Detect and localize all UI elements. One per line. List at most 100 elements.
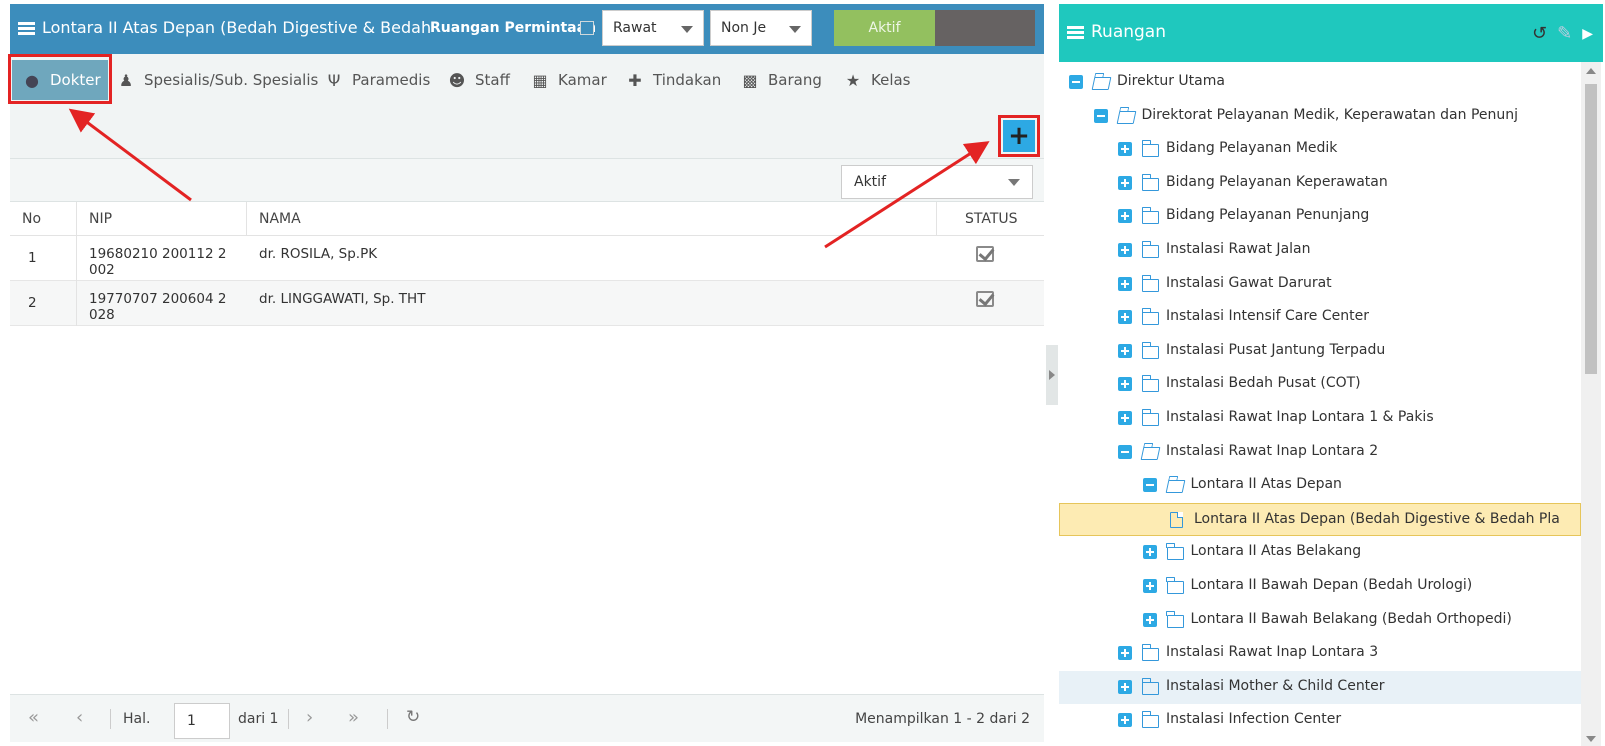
tree-node[interactable]: Instalasi Mother & Child Center <box>1059 670 1581 704</box>
collapse-icon[interactable] <box>1093 108 1108 123</box>
expand-icon[interactable] <box>1118 377 1132 392</box>
expand-icon[interactable] <box>1118 175 1132 190</box>
tab-barang[interactable]: ▩ Barang <box>740 60 821 100</box>
folder-icon <box>1166 610 1184 628</box>
cell-no: 2 <box>10 281 77 326</box>
star-icon: ★ <box>845 70 861 90</box>
table-header: No NIP NAMA STATUS <box>10 202 1044 236</box>
hal-label: Hal. <box>123 711 151 727</box>
aktif-button[interactable]: Aktif <box>834 10 935 46</box>
expand-icon[interactable] <box>1118 679 1132 694</box>
first-page-icon[interactable]: « <box>28 707 39 728</box>
panel-splitter[interactable] <box>1046 0 1058 746</box>
tree-node-label: Instalasi Gawat Darurat <box>1166 274 1332 291</box>
room-tree: Direktur Utama Direktorat Pelayanan Medik… <box>1059 62 1581 746</box>
tree-node[interactable]: Instalasi Rawat Inap Lontara 2 <box>1059 436 1581 469</box>
status-filter-value: Aktif <box>854 174 886 190</box>
expand-icon[interactable] <box>1118 142 1132 157</box>
folder-icon <box>1141 207 1159 225</box>
page-input[interactable]: 1 <box>174 703 230 739</box>
tree-node[interactable]: Lontara II Atas Depan (Bedah Digestive &… <box>1059 502 1581 536</box>
tree-node[interactable]: Bidang Pelayanan Penunjang <box>1059 200 1581 233</box>
tab-label: Kamar <box>558 71 607 89</box>
pager-separator <box>387 709 388 729</box>
tree-node-label: Instalasi Mother & Child Center <box>1166 677 1385 694</box>
tab-staff[interactable]: ☻ Staff <box>447 60 510 100</box>
tree-node[interactable]: Instalasi Rawat Inap Lontara 3 <box>1059 637 1581 670</box>
filter-bar: Aktif <box>10 158 1044 202</box>
cell-nip: 19770707 200604 2 028 <box>89 291 227 323</box>
tree-node[interactable]: Instalasi Infection Center <box>1059 704 1581 737</box>
tree-node[interactable]: Instalasi Rawat Inap Lontara 1 & Pakis <box>1059 402 1581 435</box>
tab-kamar[interactable]: ▦ Kamar <box>530 60 607 100</box>
cell-nama: dr. ROSILA, Sp.PK <box>259 246 378 262</box>
expand-icon[interactable] <box>1142 612 1157 627</box>
prev-page-icon[interactable]: ‹ <box>76 707 83 728</box>
check-square-icon <box>976 246 994 262</box>
expand-icon[interactable] <box>1118 276 1132 291</box>
tree-node[interactable]: Lontara II Atas Depan <box>1059 469 1581 502</box>
expand-icon[interactable] <box>1118 713 1132 728</box>
play-icon[interactable]: ▶ <box>1582 26 1593 42</box>
tree-node-label: Bidang Pelayanan Keperawatan <box>1166 173 1388 190</box>
inactive-button[interactable] <box>935 10 1035 46</box>
tab-kelas[interactable]: ★ Kelas <box>843 60 911 100</box>
tree-node[interactable]: Direktorat Pelayanan Medik, Keperawatan … <box>1059 100 1581 133</box>
status-filter-select[interactable]: Aktif <box>841 165 1033 199</box>
scroll-up-icon[interactable] <box>1586 68 1596 74</box>
tree-node[interactable]: Lontara II Bawah Depan (Bedah Urologi) <box>1059 570 1581 603</box>
tree-node[interactable]: Direktur Utama <box>1059 66 1581 99</box>
collapse-icon[interactable] <box>1142 478 1157 493</box>
expand-icon[interactable] <box>1142 579 1157 593</box>
tree-node[interactable]: Instalasi Rawat Jalan <box>1059 234 1581 267</box>
col-no[interactable]: No <box>10 202 77 236</box>
expand-icon[interactable] <box>1118 243 1132 257</box>
ruangan-permintaan-checkbox[interactable] <box>580 21 594 35</box>
tree-node-label: Lontara II Bawah Belakang (Bedah Orthope… <box>1190 610 1512 627</box>
tree-node[interactable]: Bidang Pelayanan Medik <box>1059 133 1581 166</box>
edit-icon[interactable]: ✎ <box>1557 23 1572 44</box>
table-row[interactable]: 2 19770707 200604 2 028 dr. LINGGAWATI, … <box>10 281 1044 326</box>
col-nama[interactable]: NAMA <box>247 202 937 236</box>
tree-node[interactable]: Lontara II Atas Belakang <box>1059 536 1581 569</box>
expand-icon[interactable] <box>1118 411 1132 425</box>
last-page-icon[interactable]: » <box>348 707 359 728</box>
jenis-select[interactable]: Non Je <box>710 10 812 46</box>
tree-node[interactable]: Lontara II Bawah Belakang (Bedah Orthope… <box>1059 604 1581 637</box>
building-icon: ▦ <box>532 70 548 90</box>
col-status[interactable]: STATUS <box>937 202 1044 236</box>
col-nip[interactable]: NIP <box>77 202 247 236</box>
folder-icon <box>1141 644 1159 662</box>
tree-scrollbar[interactable] <box>1581 62 1601 746</box>
tree-node[interactable]: Instalasi Gawat Darurat <box>1059 268 1581 301</box>
expand-icon[interactable] <box>1118 209 1132 224</box>
collapse-icon[interactable] <box>1118 444 1132 459</box>
tree-node[interactable]: Bidang Pelayanan Keperawatan <box>1059 167 1581 200</box>
left-panel: Lontara II Atas Depan (Bedah Digestive &… <box>8 4 1044 742</box>
paging-info: Menampilkan 1 - 2 dari 2 <box>855 711 1030 727</box>
tab-paramedis[interactable]: Ψ Paramedis <box>324 60 431 100</box>
jenis-select-value: Non Je <box>721 20 767 36</box>
tree-node[interactable]: Instalasi Bedah Pusat (COT) <box>1059 368 1581 401</box>
expand-icon[interactable] <box>1118 646 1132 661</box>
expand-icon[interactable] <box>1118 343 1132 358</box>
expand-icon[interactable] <box>1142 545 1157 560</box>
table-row[interactable]: 1 19680210 200112 2 002 dr. ROSILA, Sp.P… <box>10 236 1044 281</box>
refresh-icon[interactable]: ↻ <box>406 707 420 727</box>
tab-tindakan[interactable]: ✚ Tindakan <box>625 60 721 100</box>
history-icon[interactable]: ↺ <box>1532 23 1547 44</box>
left-panel-header: Lontara II Atas Depan (Bedah Digestive &… <box>10 4 1044 54</box>
tree-node-label: Bidang Pelayanan Penunjang <box>1166 207 1370 224</box>
tree-node[interactable]: Instalasi Pusat Jantung Terpadu <box>1059 335 1581 368</box>
list-icon <box>18 22 35 36</box>
rawat-select[interactable]: Rawat <box>602 10 704 46</box>
collapse-icon[interactable] <box>1069 75 1083 89</box>
tab-bar: ● Dokter ♟ Spesialis/Sub. Spesialis Ψ Pa… <box>10 56 1044 102</box>
scroll-thumb[interactable] <box>1585 84 1597 374</box>
tab-spesialis[interactable]: ♟ Spesialis/Sub. Spesialis <box>116 60 319 100</box>
tree-node[interactable]: Instalasi Intensif Care Center <box>1059 301 1581 334</box>
collapse-handle[interactable] <box>1046 345 1058 405</box>
expand-icon[interactable] <box>1118 310 1132 325</box>
next-page-icon[interactable]: › <box>306 707 313 728</box>
scroll-down-icon[interactable] <box>1586 736 1596 742</box>
